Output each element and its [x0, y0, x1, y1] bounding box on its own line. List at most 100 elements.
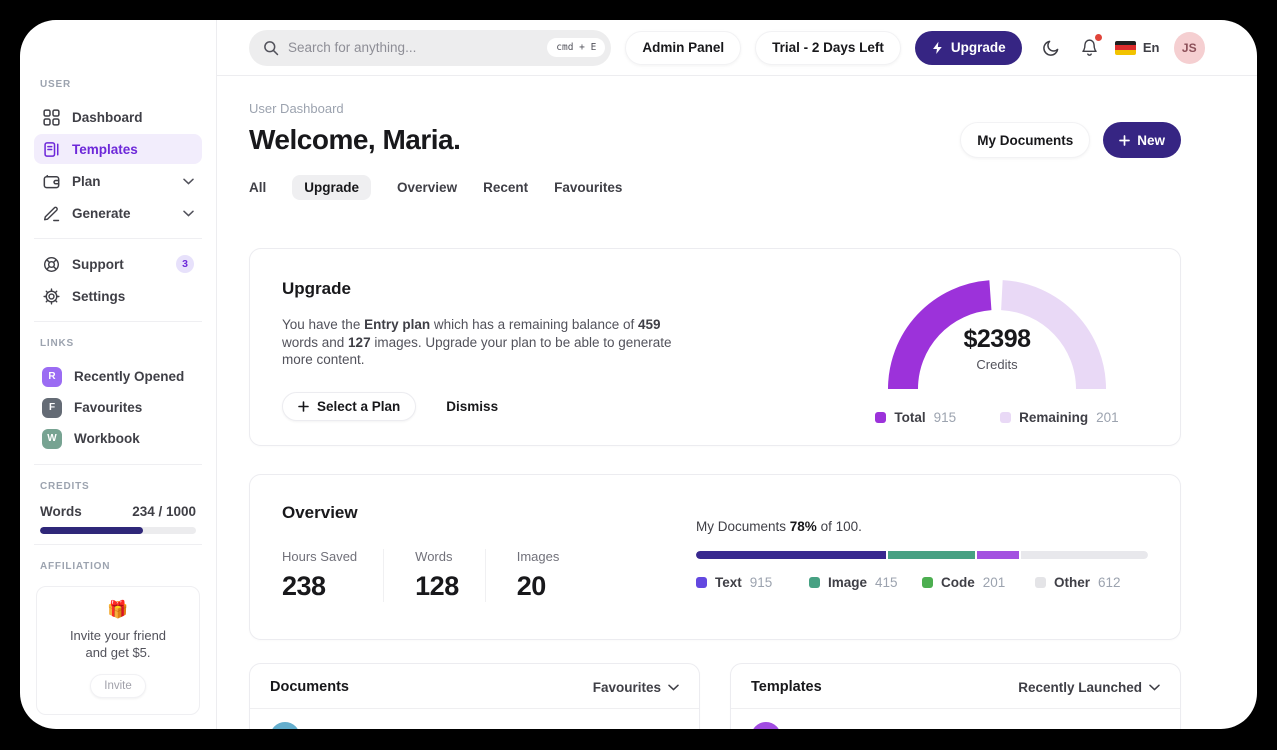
link-label: Favourites	[74, 400, 143, 415]
search-placeholder: Search for anything...	[288, 40, 417, 55]
tab-favourites[interactable]: Favourites	[554, 175, 622, 200]
sidebar-link-favourites[interactable]: F Favourites	[34, 392, 202, 423]
upgrade-button-label: Upgrade	[950, 40, 1006, 55]
my-documents-button[interactable]: My Documents	[960, 122, 1091, 158]
tab-all[interactable]: All	[249, 175, 266, 200]
gauge-value: $2398	[963, 325, 1031, 353]
link-initial-avatar: R	[42, 366, 62, 387]
select-plan-label: Select a Plan	[317, 398, 401, 414]
select-plan-button[interactable]: Select a Plan	[282, 391, 417, 421]
gear-icon	[42, 287, 60, 305]
lifebuoy-icon	[42, 255, 60, 273]
link-label: Workbook	[74, 431, 140, 446]
sidebar-item-label: Generate	[72, 205, 131, 221]
sidebar-item-settings[interactable]: Settings	[34, 281, 202, 311]
legend-item-image: Image 415	[809, 575, 922, 590]
german-flag-icon	[1114, 40, 1136, 55]
sidebar-item-label: Templates	[72, 141, 138, 157]
support-count-badge: 3	[176, 255, 194, 273]
divider	[34, 321, 202, 322]
template-list-item[interactable]: Blog Post Title in Workbook	[731, 709, 1180, 729]
documents-filter-dropdown[interactable]: Favourites	[593, 680, 679, 695]
tab-recent[interactable]: Recent	[483, 175, 528, 200]
upgrade-card-body: You have the Entry plan which has a rema…	[282, 317, 672, 367]
sidebar-link-workbook[interactable]: W Workbook	[34, 423, 202, 454]
document-list-item[interactable]: Untitled Document in Workbook	[250, 709, 699, 729]
templates-card-title: Templates	[751, 679, 822, 695]
upgrade-card: Upgrade You have the Entry plan which ha…	[249, 248, 1181, 446]
templates-filter-dropdown[interactable]: Recently Launched	[1018, 680, 1160, 695]
search-shortcut-badge: cmd + E	[547, 38, 606, 57]
legend-item-code: Code 201	[922, 575, 1035, 590]
templates-filter-label: Recently Launched	[1018, 679, 1142, 695]
legend-item-other: Other 612	[1035, 575, 1148, 590]
chevron-down-icon	[183, 210, 194, 217]
sidebar-section-links-label: LINKS	[40, 338, 74, 349]
documents-progress: My Documents 78% of 100. Text 915 Image …	[696, 503, 1148, 639]
bar-segment-image	[888, 551, 975, 559]
search-input[interactable]: Search for anything... cmd + E	[249, 29, 612, 66]
chevron-down-icon	[1149, 684, 1160, 691]
new-button[interactable]: New	[1103, 122, 1181, 158]
stat-hours-saved: Hours Saved 238	[282, 549, 385, 602]
chevron-down-icon	[183, 178, 194, 185]
sidebar-item-plan[interactable]: Plan	[34, 166, 202, 196]
affiliation-text: Invite your friend and get $5.	[69, 628, 167, 660]
credits-progress-bar	[40, 527, 196, 534]
templates-card: Templates Recently Launched Blog Post Ti…	[730, 663, 1181, 729]
legend-swatch	[922, 577, 933, 588]
dark-mode-toggle[interactable]	[1040, 36, 1064, 60]
grid-icon	[42, 108, 60, 126]
legend-item-text: Text 915	[696, 575, 809, 590]
templates-icon	[42, 140, 60, 158]
legend-item-total: Total 915	[875, 410, 956, 425]
notifications-button[interactable]	[1077, 33, 1102, 60]
plus-icon	[298, 400, 309, 412]
bell-icon	[1081, 38, 1098, 57]
new-button-label: New	[1137, 132, 1165, 148]
admin-panel-button[interactable]: Admin Panel	[625, 30, 742, 65]
pencil-icon	[42, 204, 60, 222]
user-avatar[interactable]: JS	[1173, 31, 1205, 64]
sidebar-item-generate[interactable]: Generate	[34, 198, 202, 228]
documents-filter-label: Favourites	[592, 679, 661, 695]
affiliation-card: 🎁 Invite your friend and get $5. Invite	[36, 586, 200, 715]
breadcrumb: User Dashboard	[249, 101, 344, 116]
legend-swatch	[809, 577, 820, 588]
sidebar-link-recently-opened[interactable]: R Recently Opened	[34, 361, 202, 392]
sidebar-item-support[interactable]: Support 3	[34, 249, 202, 279]
gauge-label: Credits	[976, 357, 1018, 372]
stat-words: Words 128	[415, 549, 486, 602]
stat-images: Images 20	[516, 549, 560, 601]
tab-overview[interactable]: Overview	[397, 175, 457, 200]
upgrade-card-title: Upgrade	[282, 279, 351, 298]
invite-button[interactable]: Invite	[90, 674, 146, 698]
legend-swatch	[696, 577, 707, 588]
link-label: Recently Opened	[74, 369, 185, 384]
chevron-down-icon	[668, 684, 679, 691]
bar-segment-other	[1020, 551, 1148, 559]
template-avatar	[751, 722, 781, 729]
credits-metric-label: Words	[40, 504, 82, 519]
notification-dot	[1094, 33, 1102, 41]
legend-swatch	[1000, 412, 1012, 423]
divider	[34, 464, 202, 465]
upgrade-button[interactable]: Upgrade	[914, 30, 1022, 65]
sidebar: USER Dashboard Templates Plan Generate S…	[20, 20, 217, 729]
sidebar-section-affiliation-label: AFFILIATION	[40, 561, 111, 572]
link-initial-avatar: W	[42, 428, 62, 449]
trial-status-button[interactable]: Trial - 2 Days Left	[755, 30, 901, 65]
sidebar-item-templates[interactable]: Templates	[34, 134, 202, 164]
sidebar-item-label: Settings	[72, 288, 126, 304]
divider	[34, 544, 202, 545]
legend-swatch	[1035, 577, 1046, 588]
language-selector[interactable]: En	[1114, 40, 1160, 55]
dismiss-button[interactable]: Dismiss	[446, 399, 498, 414]
sidebar-item-label: Plan	[72, 173, 101, 189]
link-initial-avatar: F	[42, 397, 62, 418]
bar-segment-text	[696, 551, 887, 559]
sidebar-item-dashboard[interactable]: Dashboard	[34, 102, 202, 132]
tab-upgrade[interactable]: Upgrade	[292, 175, 372, 200]
sidebar-item-label: Support	[72, 256, 124, 272]
sidebar-section-user-label: USER	[40, 79, 71, 90]
